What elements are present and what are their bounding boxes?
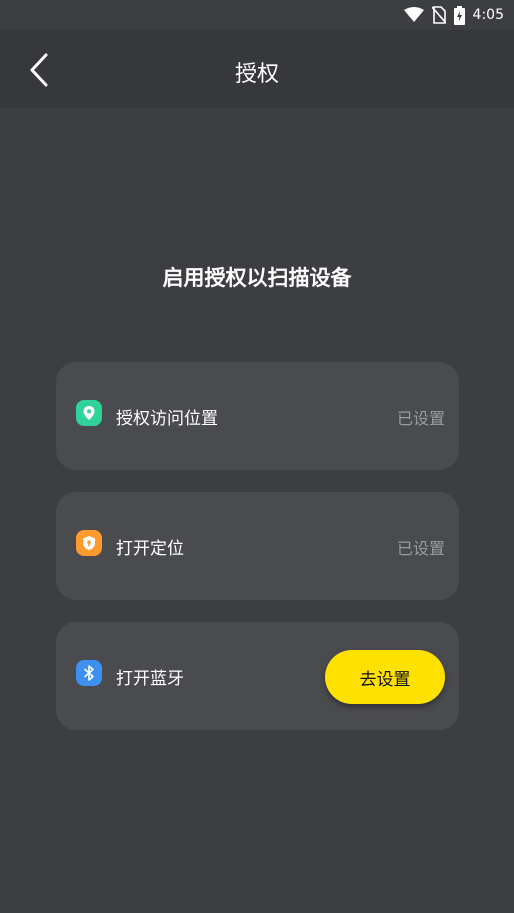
wifi-icon — [403, 7, 424, 23]
gps-card: 打开定位 已设置 — [56, 492, 459, 600]
go-settings-button[interactable]: 去设置 — [325, 650, 445, 704]
bluetooth-icon — [76, 660, 102, 686]
location-permission-card: 授权访问位置 已设置 — [56, 362, 459, 470]
location-permission-label: 授权访问位置 — [116, 409, 218, 429]
status-time: 4:05 — [472, 7, 504, 23]
location-permission-status: 已设置 — [396, 409, 445, 428]
battery-charging-icon — [453, 5, 465, 25]
no-sim-icon — [431, 6, 446, 24]
gps-label: 打开定位 — [116, 539, 184, 559]
shield-icon — [76, 530, 102, 556]
bluetooth-card: 打开蓝牙 去设置 — [56, 622, 459, 730]
location-pin-icon — [76, 400, 102, 426]
bluetooth-label: 打开蓝牙 — [116, 669, 184, 689]
app-bar: 授权 — [0, 30, 514, 108]
page-title: 授权 — [234, 62, 279, 87]
gps-status: 已设置 — [396, 539, 445, 558]
headline: 启用授权以扫描设备 — [162, 266, 352, 290]
status-bar: 4:05 — [0, 0, 514, 30]
